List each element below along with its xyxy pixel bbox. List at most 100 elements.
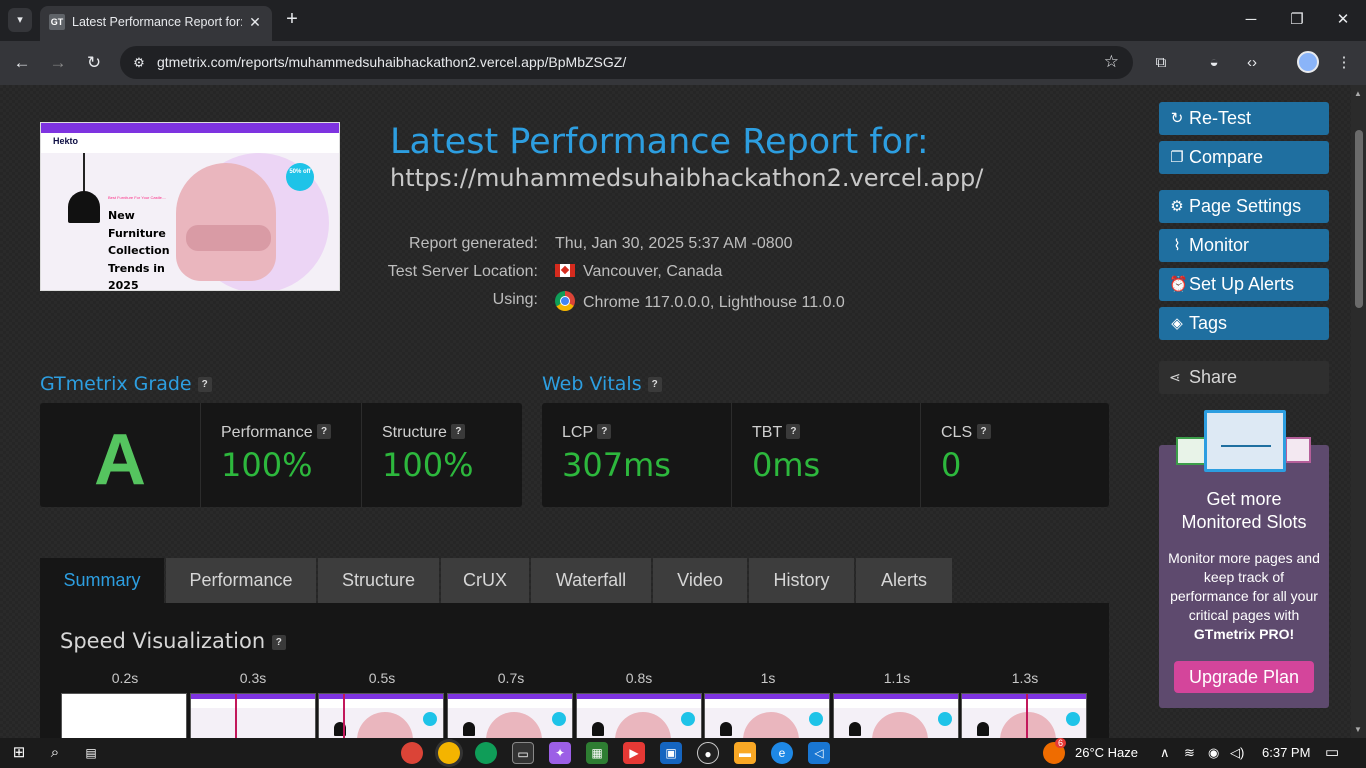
extensions-icon[interactable]: ⧉: [1150, 52, 1172, 74]
new-tab-button[interactable]: +: [282, 9, 302, 29]
help-icon[interactable]: ?: [317, 424, 332, 439]
thumbnail-headline: New Furniture Collection Trends in 2025: [108, 209, 170, 291]
weather-text[interactable]: 26°C Haze: [1075, 745, 1138, 760]
chrome-taskbar-icon[interactable]: [475, 742, 497, 764]
filmstrip-frame[interactable]: [704, 693, 830, 738]
generated-label: Report generated:: [409, 235, 538, 252]
frame-time: 0.5s: [368, 670, 396, 686]
report-title: Latest Performance Report for:: [390, 122, 929, 162]
report-url[interactable]: https://muhammedsuhaibhackathon2.vercel.…: [390, 164, 983, 192]
terminal-icon[interactable]: ▭: [512, 742, 534, 764]
tab-crux[interactable]: CrUX: [441, 558, 529, 603]
help-icon[interactable]: ?: [271, 635, 286, 650]
upgrade-plan-button[interactable]: Upgrade Plan: [1174, 661, 1314, 693]
scroll-up-icon[interactable]: ▲: [1354, 89, 1362, 98]
help-icon[interactable]: ?: [976, 424, 991, 439]
vitals-panel: LCP ? 307ms TBT ? 0ms CLS ? 0: [542, 403, 1109, 507]
devtools-icon[interactable]: ‹›: [1241, 52, 1263, 74]
structure-value: 100%: [382, 446, 474, 484]
performance-cell: Performance ? 100%: [200, 403, 361, 507]
minimize-button[interactable]: ─: [1228, 8, 1274, 32]
page-scrollbar[interactable]: ▲ ▼: [1351, 85, 1366, 738]
wifi-icon[interactable]: ≋: [1184, 745, 1195, 761]
chrome-taskbar-icon[interactable]: [401, 742, 423, 764]
monitor-illustration-icon: [1285, 437, 1311, 463]
lamp-image: [68, 191, 100, 223]
filmstrip-frame[interactable]: [447, 693, 573, 738]
menu-icon[interactable]: ⋮: [1333, 52, 1355, 74]
site-screenshot: Hekto Best Furniture For Your Castle....…: [40, 122, 340, 291]
compare-button[interactable]: ❐ Compare: [1159, 141, 1329, 174]
tab-structure[interactable]: Structure: [318, 558, 439, 603]
store-icon[interactable]: ▦: [586, 742, 608, 764]
page-settings-button[interactable]: ⚙ Page Settings: [1159, 190, 1329, 223]
control-panel-icon[interactable]: ▣: [660, 742, 682, 764]
restore-button[interactable]: ❐: [1274, 8, 1320, 32]
tab-title: Latest Performance Report for: h: [72, 15, 242, 29]
tags-button[interactable]: ◈ Tags: [1159, 307, 1329, 340]
notification-icon[interactable]: ▭: [1325, 743, 1339, 761]
windows-start-icon[interactable]: ⊞: [8, 742, 30, 764]
monitor-illustration-icon: [1204, 410, 1286, 472]
tab-alerts[interactable]: Alerts: [856, 558, 952, 603]
cls-cell: CLS ? 0: [920, 403, 1109, 507]
task-view-icon[interactable]: ▤: [80, 742, 102, 764]
tab-video[interactable]: Video: [653, 558, 747, 603]
lcp-label: LCP: [562, 424, 593, 441]
tab-summary[interactable]: Summary: [40, 558, 164, 603]
vscode-icon[interactable]: ◁: [808, 742, 830, 764]
reload-button[interactable]: ↻: [82, 51, 106, 75]
tray-chevron-icon[interactable]: ∧: [1160, 745, 1170, 761]
chrome-icon: [555, 291, 575, 311]
copilot-icon[interactable]: ✦: [549, 742, 571, 764]
using-value: Chrome 117.0.0.0, Lighthouse 11.0.0: [583, 294, 845, 311]
url-text[interactable]: gtmetrix.com/reports/muhammedsuhaibhacka…: [157, 54, 626, 70]
tab-history[interactable]: History: [749, 558, 854, 603]
back-button[interactable]: ←: [10, 51, 34, 75]
site-info-icon[interactable]: ⚙: [130, 54, 148, 72]
filmstrip-frame[interactable]: [833, 693, 959, 738]
forward-button[interactable]: →: [46, 51, 70, 75]
volume-icon[interactable]: ◁): [1230, 745, 1244, 761]
security-icon[interactable]: ◉: [1208, 745, 1219, 761]
tbt-value: 0ms: [752, 446, 821, 484]
close-window-button[interactable]: ✕: [1320, 8, 1366, 32]
incognito-icon[interactable]: ◒: [1203, 52, 1225, 74]
github-icon[interactable]: ●: [697, 742, 719, 764]
filmstrip-frame[interactable]: [961, 693, 1087, 738]
grade-heading: GTmetrix Grade ?: [40, 373, 212, 395]
filmstrip-frame[interactable]: [318, 693, 444, 738]
help-icon[interactable]: ?: [597, 424, 612, 439]
file-explorer-icon[interactable]: ▬: [734, 742, 756, 764]
scroll-thumb[interactable]: [1355, 130, 1363, 308]
lcp-cell: LCP ? 307ms: [542, 403, 731, 507]
tab-waterfall[interactable]: Waterfall: [531, 558, 651, 603]
monitor-button[interactable]: ⌇ Monitor: [1159, 229, 1329, 262]
filmstrip-frame[interactable]: [576, 693, 702, 738]
edge-icon[interactable]: e: [771, 742, 793, 764]
profile-avatar[interactable]: [1297, 51, 1319, 73]
frame-time: 0.8s: [625, 670, 653, 686]
tab-close-icon[interactable]: ✕: [246, 13, 264, 31]
scroll-down-icon[interactable]: ▼: [1354, 725, 1362, 734]
help-icon[interactable]: ?: [197, 377, 212, 392]
share-button[interactable]: ⋖ Share: [1159, 361, 1329, 394]
help-icon[interactable]: ?: [451, 424, 466, 439]
filmstrip-frame[interactable]: [61, 693, 187, 738]
tab-search-button[interactable]: ▾: [8, 8, 32, 32]
frame-time: 0.3s: [239, 670, 267, 686]
set-up-alerts-button[interactable]: ⏰ Set Up Alerts: [1159, 268, 1329, 301]
filmstrip-frame[interactable]: [190, 693, 316, 738]
promo-title: Get more Monitored Slots: [1181, 489, 1307, 532]
bookmark-star-icon[interactable]: ☆: [1104, 52, 1119, 72]
help-icon[interactable]: ?: [647, 377, 662, 392]
help-icon[interactable]: ?: [786, 424, 801, 439]
search-icon[interactable]: ⌕: [44, 742, 66, 764]
tab-performance[interactable]: Performance: [166, 558, 316, 603]
address-bar[interactable]: ⚙ gtmetrix.com/reports/muhammedsuhaibhac…: [120, 46, 1133, 79]
chrome-active-taskbar-icon[interactable]: [438, 742, 460, 764]
retest-button[interactable]: ↻ Re-Test: [1159, 102, 1329, 135]
clock-time[interactable]: 6:37 PM: [1262, 745, 1310, 760]
youtube-icon[interactable]: ▶: [623, 742, 645, 764]
browser-tab[interactable]: GT Latest Performance Report for: h ✕: [40, 6, 272, 41]
